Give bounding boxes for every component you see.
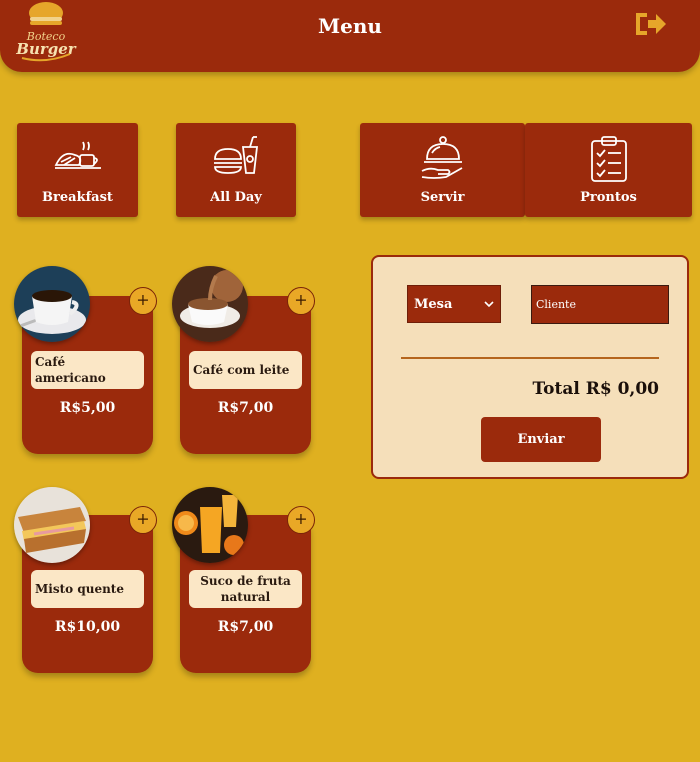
sign-out-icon[interactable] — [632, 10, 668, 38]
add-to-order-button[interactable]: + — [287, 506, 315, 534]
add-to-order-button[interactable]: + — [129, 287, 157, 315]
order-total: Total R$ 0,00 — [532, 379, 659, 399]
breakfast-icon — [54, 141, 101, 169]
product-image — [14, 266, 90, 342]
burger-meal-icon — [214, 136, 259, 174]
order-panel: Mesa Total R$ 0,00 Enviar — [371, 255, 689, 479]
send-order-button[interactable]: Enviar — [481, 417, 601, 462]
product-image — [172, 266, 248, 342]
page-title: Menu — [318, 14, 382, 38]
client-name-input[interactable] — [531, 285, 669, 324]
category-breakfast-button[interactable]: Breakfast — [17, 123, 138, 217]
product-name: Suco de fruta natural — [189, 570, 302, 608]
product-price: R$10,00 — [54, 619, 121, 635]
app-header: Boteco Burger Menu — [0, 0, 700, 72]
product-name: Café com leite — [189, 351, 302, 389]
category-label: Servir — [420, 190, 465, 205]
category-servir-button[interactable]: Servir — [360, 123, 525, 217]
product-price: R$7,00 — [217, 619, 274, 635]
category-label: Breakfast — [42, 190, 113, 205]
category-label: All Day — [210, 190, 262, 205]
add-to-order-button[interactable]: + — [287, 287, 315, 315]
product-price: R$5,00 — [59, 400, 116, 416]
serving-cloche-icon — [421, 136, 462, 179]
chevron-down-icon — [484, 301, 494, 308]
product-price: R$7,00 — [217, 400, 274, 416]
product-name: Café americano — [31, 351, 144, 389]
add-to-order-button[interactable]: + — [129, 506, 157, 534]
category-all-day-button[interactable]: All Day — [176, 123, 296, 217]
product-name: Misto quente — [31, 570, 144, 608]
divider — [401, 357, 659, 359]
table-select-value: Mesa — [414, 296, 453, 312]
category-label: Prontos — [580, 190, 637, 205]
category-prontos-button[interactable]: Prontos — [525, 123, 692, 217]
clipboard-checklist-icon — [590, 136, 627, 182]
table-select[interactable]: Mesa — [407, 285, 501, 323]
product-image — [14, 487, 90, 563]
product-image — [172, 487, 248, 563]
